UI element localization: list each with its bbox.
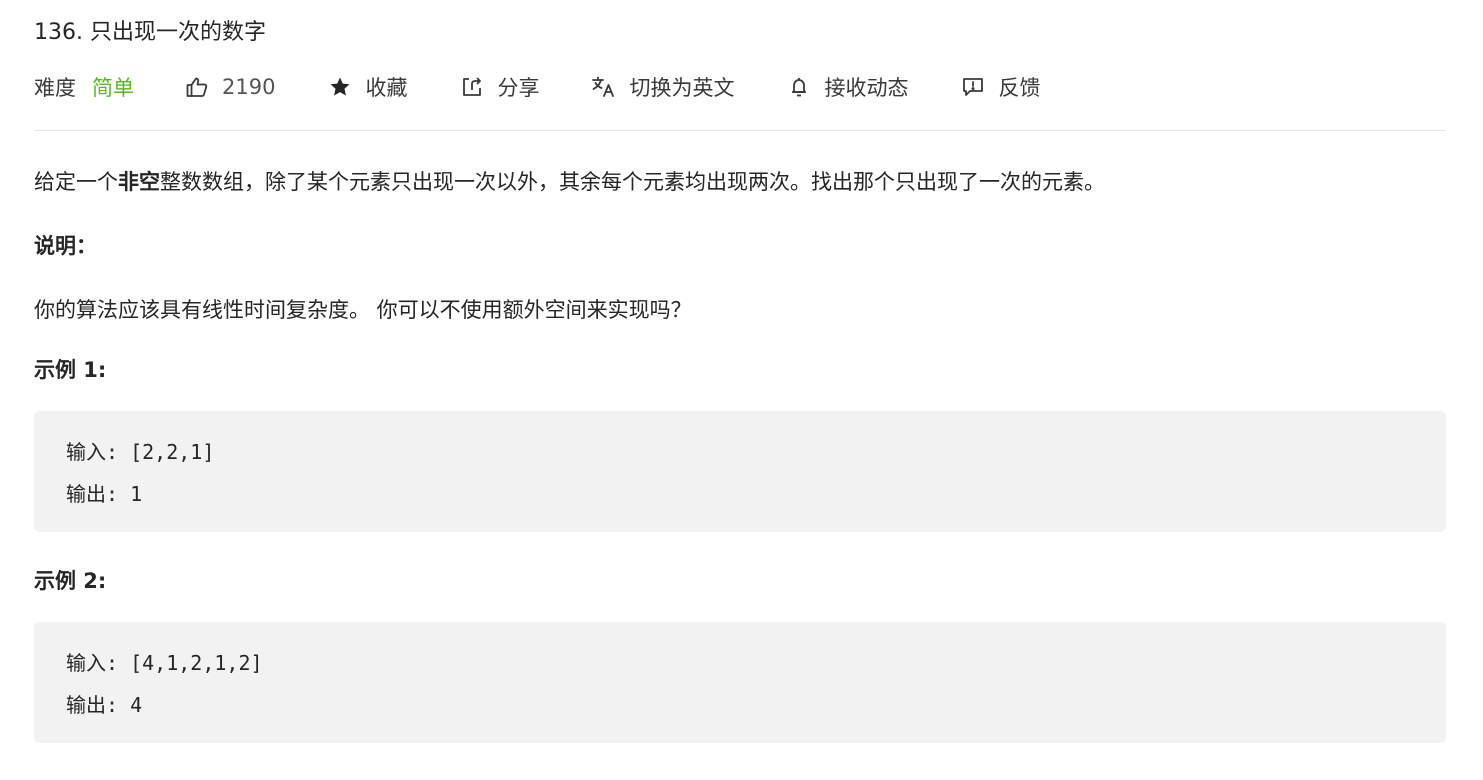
description-emphasis: 非空 — [118, 170, 160, 194]
difficulty-label: 难度 — [34, 76, 76, 100]
example-1-input: 输入: [2,2,1] — [66, 440, 215, 464]
feedback-button[interactable]: 反馈 — [960, 72, 1040, 102]
translate-icon — [591, 74, 617, 100]
example-2-input: 输入: [4,1,2,1,2] — [66, 651, 263, 675]
star-icon — [327, 74, 353, 100]
favorite-label: 收藏 — [365, 76, 408, 100]
difficulty: 难度 简单 — [34, 72, 134, 102]
feedback-label: 反馈 — [998, 76, 1041, 100]
description-text-end: 整数数组，除了某个元素只出现一次以外，其余每个元素均出现两次。找出那个只出现了一… — [160, 170, 1105, 194]
problem-meta-bar: 难度 简单 2190 收藏 分享 切换为英文 接收动态 反馈 — [34, 68, 1040, 106]
like-count: 2190 — [222, 75, 276, 99]
switch-language-button[interactable]: 切换为英文 — [591, 72, 734, 102]
share-button[interactable]: 分享 — [459, 72, 539, 102]
example-1-heading: 示例 1: — [34, 358, 107, 382]
example-2-code-block: 输入: [4,1,2,1,2] 输出: 4 — [34, 622, 1446, 743]
share-icon — [459, 74, 485, 100]
example-1-code-block: 输入: [2,2,1] 输出: 1 — [34, 411, 1446, 532]
note-heading: 说明： — [34, 234, 97, 258]
difficulty-value: 简单 — [92, 76, 134, 100]
note-text: 你的算法应该具有线性时间复杂度。 你可以不使用额外空间来实现吗？ — [34, 298, 692, 322]
divider — [34, 130, 1446, 131]
example-1-output: 输出: 1 — [66, 482, 143, 506]
notify-label: 接收动态 — [824, 76, 909, 100]
thumbs-up-icon — [184, 74, 210, 100]
feedback-icon — [960, 74, 986, 100]
example-2-heading: 示例 2: — [34, 569, 107, 593]
problem-description: 给定一个非空整数数组，除了某个元素只出现一次以外，其余每个元素均出现两次。找出那… — [34, 166, 1105, 198]
bell-icon — [786, 74, 812, 100]
switch-language-label: 切换为英文 — [629, 76, 735, 100]
like-button[interactable]: 2190 — [184, 74, 275, 100]
description-text-start: 给定一个 — [34, 170, 118, 194]
share-label: 分享 — [497, 76, 540, 100]
favorite-button[interactable]: 收藏 — [327, 72, 407, 102]
example-2-output: 输出: 4 — [66, 693, 143, 717]
problem-page: 136. 只出现一次的数字 难度 简单 2190 收藏 分享 切换为英文 接收动… — [0, 0, 1483, 780]
problem-title: 136. 只出现一次的数字 — [34, 20, 266, 45]
notify-button[interactable]: 接收动态 — [786, 72, 908, 102]
